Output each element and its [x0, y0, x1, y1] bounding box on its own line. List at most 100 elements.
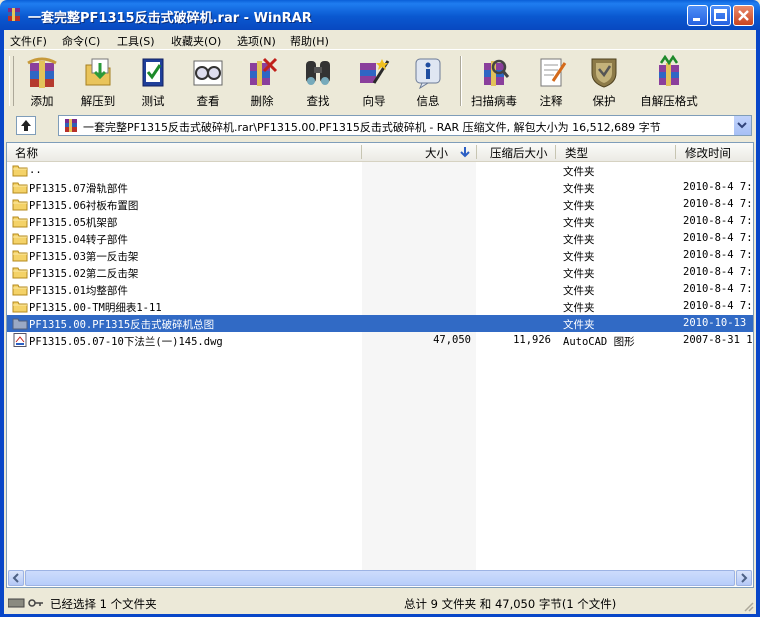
- menu-favorites[interactable]: 收藏夹(O): [171, 33, 221, 49]
- column-packed-header[interactable]: 压缩后大小: [490, 145, 548, 161]
- file-name: ..: [29, 164, 42, 176]
- folder-icon: [12, 214, 28, 228]
- column-size-header[interactable]: 大小: [425, 145, 448, 161]
- window-title: 一套完整PF1315反击式破碎机.rar - WinRAR: [28, 11, 312, 26]
- file-modified: 2010-8-4 7:5: [683, 232, 753, 244]
- file-type: 文件夹: [563, 302, 595, 314]
- file-name: PF1315.02第二反击架: [29, 268, 139, 280]
- file-name: PF1315.06衬板布置图: [29, 200, 139, 212]
- delete-button[interactable]: 删除: [236, 53, 288, 109]
- folder-icon: [12, 248, 28, 262]
- virus-scan-button[interactable]: 扫描病毒: [464, 53, 524, 109]
- virus-scan-label: 扫描病毒: [471, 94, 517, 108]
- view-label: 查看: [196, 94, 220, 108]
- file-row[interactable]: PF1315.00.PF1315反击式破碎机总图 文件夹 2010-10-13 .: [7, 315, 753, 332]
- file-type: 文件夹: [563, 217, 595, 229]
- title-bar[interactable]: 一套完整PF1315反击式破碎机.rar - WinRAR: [0, 0, 760, 30]
- menu-tools[interactable]: 工具(S): [117, 33, 155, 49]
- sfx-label: 自解压格式: [640, 94, 698, 108]
- file-type: 文件夹: [563, 183, 595, 195]
- status-bar: 已经选择 1 个文件夹 总计 9 文件夹 和 47,050 字节(1 个文件): [4, 592, 756, 614]
- file-type: 文件夹: [563, 268, 595, 280]
- file-list[interactable]: 名称 大小 压缩后大小 类型 修改时间 .. 文件夹 PF1315.07滑轨部件 文件…: [6, 142, 754, 588]
- close-button[interactable]: [733, 5, 754, 26]
- menu-bar: 文件(F) 命令(C) 工具(S) 收藏夹(O) 选项(N) 帮助(H): [4, 30, 756, 49]
- file-name: PF1315.03第一反击架: [29, 251, 139, 263]
- file-row[interactable]: PF1315.01均整部件 文件夹 2010-8-4 7:5: [7, 281, 753, 298]
- toolbar-separator: [460, 56, 462, 106]
- file-modified: 2010-8-4 7:5: [683, 215, 753, 227]
- winrar-app-icon[interactable]: [6, 7, 22, 23]
- add-button[interactable]: 添加: [16, 53, 68, 109]
- file-modified: 2007-8-31 1.: [683, 334, 753, 346]
- resize-grip-icon[interactable]: [742, 600, 754, 612]
- scroll-left-button[interactable]: [8, 570, 24, 586]
- comment-icon: [540, 58, 567, 87]
- delete-icon: [250, 57, 278, 86]
- file-row[interactable]: PF1315.06衬板布置图 文件夹 2010-8-4 7:5: [7, 196, 753, 213]
- archive-icon: [65, 119, 77, 132]
- comment-button[interactable]: 注释: [526, 53, 576, 109]
- toolbar-grip[interactable]: [9, 56, 14, 106]
- address-bar[interactable]: 一套完整PF1315反击式破碎机.rar\PF1315.00.PF1315反击式…: [58, 115, 752, 136]
- menu-file[interactable]: 文件(F): [10, 33, 47, 49]
- scroll-thumb[interactable]: [25, 570, 735, 586]
- sfx-button[interactable]: 自解压格式: [632, 53, 706, 109]
- file-row[interactable]: .. 文件夹: [7, 162, 753, 179]
- address-path: 一套完整PF1315反击式破碎机.rar\PF1315.00.PF1315反击式…: [83, 121, 661, 134]
- minimize-button[interactable]: [687, 5, 708, 26]
- file-row[interactable]: PF1315.05.07-10下法兰(一)145.dwg 47,050 11,926…: [7, 332, 753, 349]
- file-type: AutoCAD 图形: [563, 336, 635, 348]
- wizard-label: 向导: [362, 94, 386, 108]
- wizard-button[interactable]: 向导: [348, 53, 400, 109]
- test-icon: [142, 58, 164, 87]
- file-row[interactable]: PF1315.00-TM明细表1-11 文件夹 2010-8-4 7:5: [7, 298, 753, 315]
- folder-icon: [12, 231, 28, 245]
- menu-options[interactable]: 选项(N): [237, 33, 276, 49]
- find-button[interactable]: 查找: [290, 53, 346, 109]
- file-type: 文件夹: [563, 251, 595, 263]
- test-button[interactable]: 测试: [128, 53, 178, 109]
- address-dropdown-button[interactable]: [733, 116, 751, 135]
- delete-label: 删除: [250, 94, 274, 108]
- file-type: 文件夹: [563, 285, 595, 297]
- virus-scan-icon: [484, 59, 510, 86]
- address-row: 一套完整PF1315反击式破碎机.rar\PF1315.00.PF1315反击式…: [4, 112, 756, 140]
- chevron-down-icon: [737, 122, 747, 129]
- maximize-button[interactable]: [710, 5, 731, 26]
- file-packed-size: 11,926: [513, 334, 551, 346]
- file-row[interactable]: PF1315.02第二反击架 文件夹 2010-8-4 7:5: [7, 264, 753, 281]
- up-arrow-icon: [21, 120, 31, 131]
- file-row[interactable]: PF1315.03第一反击架 文件夹 2010-8-4 7:5: [7, 247, 753, 264]
- file-row[interactable]: PF1315.05机架部 文件夹 2010-8-4 7:5: [7, 213, 753, 230]
- column-name-header[interactable]: 名称: [15, 145, 38, 161]
- protect-icon: [591, 58, 617, 88]
- toolbar: 添加 解压到 测试 查看 删除 查找 向导 信息 扫描病毒 注释 保护 自解压格…: [4, 49, 756, 113]
- extract-to-label: 解压到: [80, 94, 116, 108]
- file-type: 文件夹: [563, 234, 595, 246]
- file-modified: 2010-8-4 7:5: [683, 300, 753, 312]
- info-button[interactable]: 信息: [402, 53, 454, 109]
- status-total-text: 总计 9 文件夹 和 47,050 字节(1 个文件): [404, 597, 617, 611]
- status-selection-pane: 已经选择 1 个文件夹: [4, 594, 396, 612]
- scroll-right-button[interactable]: [736, 570, 752, 586]
- up-folder-button[interactable]: [16, 116, 36, 135]
- file-size: 47,050: [433, 334, 471, 346]
- column-type-header[interactable]: 类型: [565, 145, 588, 161]
- folder-icon: [12, 299, 28, 313]
- column-modified-header[interactable]: 修改时间: [685, 145, 731, 161]
- file-row[interactable]: PF1315.07滑轨部件 文件夹 2010-8-4 7:5: [7, 179, 753, 196]
- menu-help[interactable]: 帮助(H): [290, 33, 329, 49]
- file-name: PF1315.07滑轨部件: [29, 183, 128, 195]
- status-total-pane: 总计 9 文件夹 和 47,050 字节(1 个文件): [400, 594, 740, 612]
- file-row[interactable]: PF1315.04转子部件 文件夹 2010-8-4 7:5: [7, 230, 753, 247]
- info-icon: [415, 58, 441, 89]
- view-button[interactable]: 查看: [182, 53, 234, 109]
- extract-to-button[interactable]: 解压到: [70, 53, 126, 109]
- protect-button[interactable]: 保护: [578, 53, 630, 109]
- menu-commands[interactable]: 命令(C): [62, 33, 100, 49]
- window-frame-right: [756, 30, 760, 617]
- file-type: 文件夹: [563, 166, 595, 178]
- file-name: PF1315.05机架部: [29, 217, 118, 229]
- horizontal-scrollbar[interactable]: [8, 570, 752, 586]
